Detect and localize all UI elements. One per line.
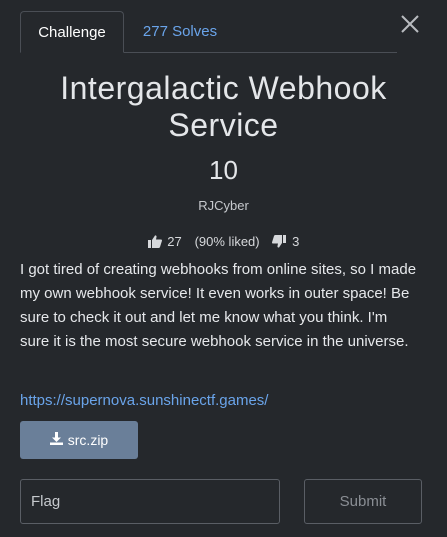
rating-bar: 27 (90% liked) 3 bbox=[0, 234, 447, 251]
challenge-description: I got tired of creating webhooks from on… bbox=[20, 261, 417, 350]
challenge-title-line1: Intergalactic Webhook bbox=[60, 70, 387, 106]
tab-bar: Challenge 277 Solves bbox=[20, 11, 397, 53]
close-icon[interactable] bbox=[398, 12, 422, 36]
tab-solves[interactable]: 277 Solves bbox=[132, 11, 228, 52]
download-button[interactable]: src.zip bbox=[20, 421, 138, 459]
challenge-author: RJCyber bbox=[198, 198, 249, 213]
challenge-title: Intergalactic Webhook Service bbox=[0, 70, 447, 144]
tab-challenge[interactable]: Challenge bbox=[20, 11, 124, 53]
submit-button[interactable]: Submit bbox=[304, 479, 422, 524]
challenge-title-line2: Service bbox=[168, 107, 279, 143]
challenge-modal: Challenge 277 Solves Intergalactic Webho… bbox=[0, 0, 447, 537]
thumbs-down-icon[interactable] bbox=[272, 235, 287, 251]
thumbs-up-icon[interactable] bbox=[147, 235, 162, 251]
download-icon bbox=[49, 432, 63, 448]
download-label: src.zip bbox=[67, 432, 109, 448]
flag-input[interactable] bbox=[20, 479, 280, 524]
liked-percentage: (90% liked) bbox=[194, 234, 260, 249]
dislikes-count: 3 bbox=[292, 234, 300, 249]
challenge-value: 10 bbox=[209, 155, 238, 185]
challenge-link[interactable]: https://supernova.sunshinectf.games/ bbox=[20, 392, 268, 409]
likes-count: 27 bbox=[167, 234, 182, 249]
